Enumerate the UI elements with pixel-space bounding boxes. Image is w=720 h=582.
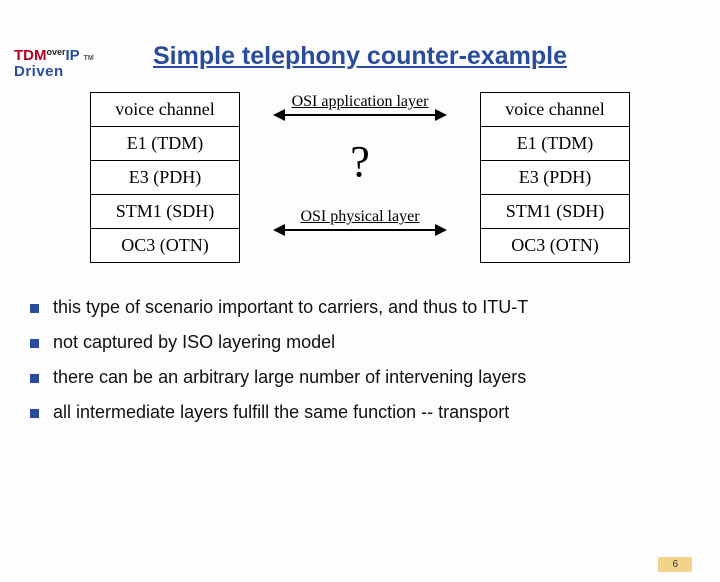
osi-application-label: OSI application layer: [292, 93, 429, 111]
square-bullet-icon: [30, 374, 39, 383]
stack-cell: STM1 (SDH): [480, 194, 630, 229]
diagram-middle: OSI application layer ? OSI physical lay…: [270, 93, 450, 231]
bullet-text: this type of scenario important to carri…: [53, 297, 528, 318]
stack-cell: E1 (TDM): [90, 126, 240, 161]
stack-cell: voice channel: [90, 92, 240, 127]
double-arrow-icon: [275, 114, 445, 116]
square-bullet-icon: [30, 304, 39, 313]
stack-cell: STM1 (SDH): [90, 194, 240, 229]
logo-tdm: TDM: [14, 47, 47, 64]
layer-stack-right: voice channel E1 (TDM) E3 (PDH) STM1 (SD…: [480, 93, 630, 263]
page-number: 6: [658, 557, 692, 572]
page-title: Simple telephony counter-example: [0, 42, 720, 71]
list-item: there can be an arbitrary large number o…: [30, 367, 690, 388]
layer-stack-left: voice channel E1 (TDM) E3 (PDH) STM1 (SD…: [90, 93, 240, 263]
osi-physical-label: OSI physical layer: [300, 208, 419, 226]
square-bullet-icon: [30, 409, 39, 418]
bullet-text: all intermediate layers fulfill the same…: [53, 402, 509, 423]
bullet-list: this type of scenario important to carri…: [30, 297, 690, 423]
square-bullet-icon: [30, 339, 39, 348]
bullet-text: not captured by ISO layering model: [53, 332, 335, 353]
logo-driven: Driven: [14, 64, 94, 80]
stack-cell: OC3 (OTN): [90, 228, 240, 263]
list-item: this type of scenario important to carri…: [30, 297, 690, 318]
diagram: voice channel E1 (TDM) E3 (PDH) STM1 (SD…: [0, 93, 720, 263]
stack-cell: voice channel: [480, 92, 630, 127]
logo-ip: IP: [66, 47, 80, 64]
logo: TDMoverIP TM Driven: [14, 48, 94, 80]
list-item: all intermediate layers fulfill the same…: [30, 402, 690, 423]
stack-cell: E3 (PDH): [90, 160, 240, 195]
question-mark: ?: [350, 140, 370, 184]
stack-cell: E3 (PDH): [480, 160, 630, 195]
stack-cell: OC3 (OTN): [480, 228, 630, 263]
double-arrow-icon: [275, 229, 445, 231]
list-item: not captured by ISO layering model: [30, 332, 690, 353]
logo-tm: TM: [84, 55, 94, 62]
bullet-text: there can be an arbitrary large number o…: [53, 367, 526, 388]
logo-over: over: [47, 47, 66, 57]
stack-cell: E1 (TDM): [480, 126, 630, 161]
